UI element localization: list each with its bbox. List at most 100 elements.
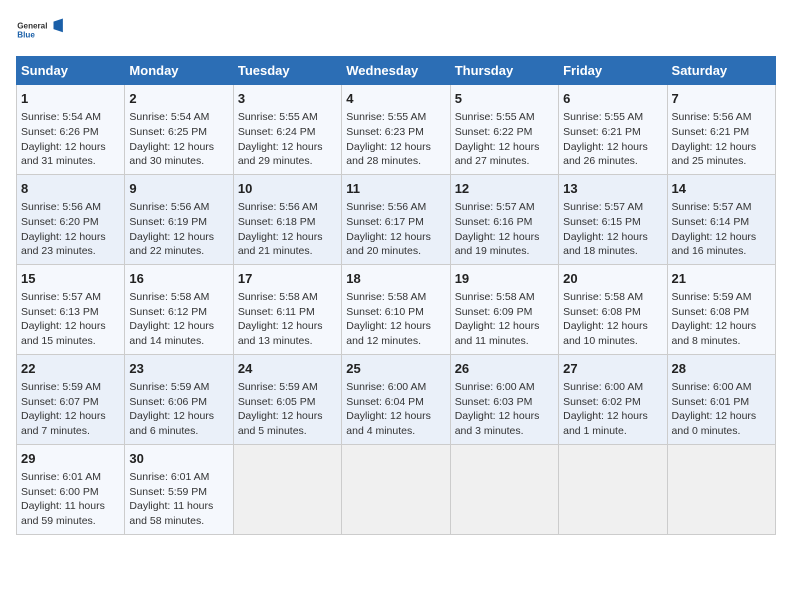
calendar-cell: 14 Sunrise: 5:57 AM Sunset: 6:14 PM Dayli… bbox=[667, 174, 775, 264]
calendar-cell bbox=[450, 444, 558, 534]
day-info: Sunrise: 5:54 AM Sunset: 6:26 PM Dayligh… bbox=[21, 110, 120, 169]
col-header-thursday: Thursday bbox=[450, 57, 558, 85]
day-number: 26 bbox=[455, 360, 554, 378]
calendar-cell: 8 Sunrise: 5:56 AM Sunset: 6:20 PM Daylig… bbox=[17, 174, 125, 264]
day-info: Sunrise: 5:58 AM Sunset: 6:08 PM Dayligh… bbox=[563, 290, 662, 349]
day-number: 9 bbox=[129, 180, 228, 198]
day-info: Sunrise: 5:58 AM Sunset: 6:11 PM Dayligh… bbox=[238, 290, 337, 349]
day-number: 18 bbox=[346, 270, 445, 288]
page-header: GeneralBlue bbox=[16, 16, 776, 46]
calendar-cell: 18Sunrise: 5:58 AM Sunset: 6:10 PM Dayli… bbox=[342, 264, 450, 354]
day-number: 22 bbox=[21, 360, 120, 378]
calendar-week-row: 15 Sunrise: 5:57 AM Sunset: 6:13 PM Dayli… bbox=[17, 264, 776, 354]
calendar-cell: 9 Sunrise: 5:56 AM Sunset: 6:19 PM Daylig… bbox=[125, 174, 233, 264]
calendar-cell: 25 Sunrise: 6:00 AM Sunset: 6:04 PM Dayli… bbox=[342, 354, 450, 444]
day-number: 2 bbox=[129, 90, 228, 108]
day-info: Sunrise: 5:59 AM Sunset: 6:05 PM Dayligh… bbox=[238, 380, 337, 439]
calendar-cell: 2Sunrise: 5:54 AM Sunset: 6:25 PM Daylig… bbox=[125, 85, 233, 175]
day-info: Sunrise: 5:59 AM Sunset: 6:07 PM Dayligh… bbox=[21, 380, 120, 439]
calendar-cell: 12Sunrise: 5:57 AM Sunset: 6:16 PM Dayli… bbox=[450, 174, 558, 264]
calendar-cell: 5 Sunrise: 5:55 AM Sunset: 6:22 PM Daylig… bbox=[450, 85, 558, 175]
day-info: Sunrise: 5:55 AM Sunset: 6:22 PM Dayligh… bbox=[455, 110, 554, 169]
calendar-header-row: SundayMondayTuesdayWednesdayThursdayFrid… bbox=[17, 57, 776, 85]
day-info: Sunrise: 5:56 AM Sunset: 6:21 PM Dayligh… bbox=[672, 110, 771, 169]
col-header-sunday: Sunday bbox=[17, 57, 125, 85]
col-header-tuesday: Tuesday bbox=[233, 57, 341, 85]
day-number: 12 bbox=[455, 180, 554, 198]
day-number: 30 bbox=[129, 450, 228, 468]
calendar-cell: 1 Sunrise: 5:54 AM Sunset: 6:26 PM Daylig… bbox=[17, 85, 125, 175]
logo: GeneralBlue bbox=[16, 16, 66, 46]
day-number: 3 bbox=[238, 90, 337, 108]
col-header-monday: Monday bbox=[125, 57, 233, 85]
day-number: 23 bbox=[129, 360, 228, 378]
day-info: Sunrise: 5:55 AM Sunset: 6:21 PM Dayligh… bbox=[563, 110, 662, 169]
day-number: 5 bbox=[455, 90, 554, 108]
day-number: 16 bbox=[129, 270, 228, 288]
day-info: Sunrise: 5:55 AM Sunset: 6:24 PM Dayligh… bbox=[238, 110, 337, 169]
day-number: 21 bbox=[672, 270, 771, 288]
day-info: Sunrise: 6:00 AM Sunset: 6:02 PM Dayligh… bbox=[563, 380, 662, 439]
calendar-cell: 24 Sunrise: 5:59 AM Sunset: 6:05 PM Dayli… bbox=[233, 354, 341, 444]
day-info: Sunrise: 5:59 AM Sunset: 6:06 PM Dayligh… bbox=[129, 380, 228, 439]
calendar-table: SundayMondayTuesdayWednesdayThursdayFrid… bbox=[16, 56, 776, 535]
calendar-cell: 16 Sunrise: 5:58 AM Sunset: 6:12 PM Dayli… bbox=[125, 264, 233, 354]
calendar-cell: 7 Sunrise: 5:56 AM Sunset: 6:21 PM Daylig… bbox=[667, 85, 775, 175]
calendar-cell: 23 Sunrise: 5:59 AM Sunset: 6:06 PM Dayli… bbox=[125, 354, 233, 444]
calendar-cell bbox=[342, 444, 450, 534]
calendar-cell: 29 Sunrise: 6:01 AM Sunset: 6:00 PM Dayli… bbox=[17, 444, 125, 534]
day-number: 10 bbox=[238, 180, 337, 198]
day-number: 14 bbox=[672, 180, 771, 198]
day-info: Sunrise: 5:55 AM Sunset: 6:23 PM Dayligh… bbox=[346, 110, 445, 169]
svg-text:Blue: Blue bbox=[17, 30, 35, 39]
day-number: 25 bbox=[346, 360, 445, 378]
calendar-cell: 15 Sunrise: 5:57 AM Sunset: 6:13 PM Dayli… bbox=[17, 264, 125, 354]
day-info: Sunrise: 5:58 AM Sunset: 6:09 PM Dayligh… bbox=[455, 290, 554, 349]
calendar-cell: 30 Sunrise: 6:01 AM Sunset: 5:59 PM Dayli… bbox=[125, 444, 233, 534]
day-info: Sunrise: 5:56 AM Sunset: 6:19 PM Dayligh… bbox=[129, 200, 228, 259]
day-number: 20 bbox=[563, 270, 662, 288]
day-number: 28 bbox=[672, 360, 771, 378]
calendar-cell bbox=[559, 444, 667, 534]
day-number: 7 bbox=[672, 90, 771, 108]
calendar-week-row: 22 Sunrise: 5:59 AM Sunset: 6:07 PM Dayli… bbox=[17, 354, 776, 444]
calendar-cell: 19 Sunrise: 5:58 AM Sunset: 6:09 PM Dayli… bbox=[450, 264, 558, 354]
logo-icon: GeneralBlue bbox=[16, 16, 66, 46]
day-info: Sunrise: 5:56 AM Sunset: 6:20 PM Dayligh… bbox=[21, 200, 120, 259]
calendar-cell: 13 Sunrise: 5:57 AM Sunset: 6:15 PM Dayli… bbox=[559, 174, 667, 264]
day-info: Sunrise: 6:00 AM Sunset: 6:01 PM Dayligh… bbox=[672, 380, 771, 439]
calendar-week-row: 1 Sunrise: 5:54 AM Sunset: 6:26 PM Daylig… bbox=[17, 85, 776, 175]
day-number: 4 bbox=[346, 90, 445, 108]
calendar-cell: 20 Sunrise: 5:58 AM Sunset: 6:08 PM Dayli… bbox=[559, 264, 667, 354]
day-info: Sunrise: 5:57 AM Sunset: 6:14 PM Dayligh… bbox=[672, 200, 771, 259]
day-info: Sunrise: 6:00 AM Sunset: 6:03 PM Dayligh… bbox=[455, 380, 554, 439]
day-number: 17 bbox=[238, 270, 337, 288]
calendar-cell: 6Sunrise: 5:55 AM Sunset: 6:21 PM Daylig… bbox=[559, 85, 667, 175]
day-number: 15 bbox=[21, 270, 120, 288]
calendar-cell bbox=[667, 444, 775, 534]
day-info: Sunrise: 5:57 AM Sunset: 6:15 PM Dayligh… bbox=[563, 200, 662, 259]
col-header-friday: Friday bbox=[559, 57, 667, 85]
day-info: Sunrise: 5:56 AM Sunset: 6:18 PM Dayligh… bbox=[238, 200, 337, 259]
day-number: 19 bbox=[455, 270, 554, 288]
day-info: Sunrise: 6:01 AM Sunset: 6:00 PM Dayligh… bbox=[21, 470, 120, 529]
calendar-cell: 17 Sunrise: 5:58 AM Sunset: 6:11 PM Dayli… bbox=[233, 264, 341, 354]
day-number: 24 bbox=[238, 360, 337, 378]
calendar-cell: 3 Sunrise: 5:55 AM Sunset: 6:24 PM Daylig… bbox=[233, 85, 341, 175]
day-number: 13 bbox=[563, 180, 662, 198]
day-info: Sunrise: 5:57 AM Sunset: 6:13 PM Dayligh… bbox=[21, 290, 120, 349]
day-info: Sunrise: 5:59 AM Sunset: 6:08 PM Dayligh… bbox=[672, 290, 771, 349]
calendar-cell: 10 Sunrise: 5:56 AM Sunset: 6:18 PM Dayli… bbox=[233, 174, 341, 264]
day-number: 29 bbox=[21, 450, 120, 468]
calendar-cell: 28 Sunrise: 6:00 AM Sunset: 6:01 PM Dayli… bbox=[667, 354, 775, 444]
day-info: Sunrise: 6:01 AM Sunset: 5:59 PM Dayligh… bbox=[129, 470, 228, 529]
calendar-cell bbox=[233, 444, 341, 534]
calendar-cell: 26 Sunrise: 6:00 AM Sunset: 6:03 PM Dayli… bbox=[450, 354, 558, 444]
calendar-week-row: 29 Sunrise: 6:01 AM Sunset: 6:00 PM Dayli… bbox=[17, 444, 776, 534]
day-number: 1 bbox=[21, 90, 120, 108]
day-info: Sunrise: 5:58 AM Sunset: 6:12 PM Dayligh… bbox=[129, 290, 228, 349]
day-number: 8 bbox=[21, 180, 120, 198]
day-info: Sunrise: 6:00 AM Sunset: 6:04 PM Dayligh… bbox=[346, 380, 445, 439]
calendar-cell: 4 Sunrise: 5:55 AM Sunset: 6:23 PM Daylig… bbox=[342, 85, 450, 175]
calendar-cell: 21 Sunrise: 5:59 AM Sunset: 6:08 PM Dayli… bbox=[667, 264, 775, 354]
